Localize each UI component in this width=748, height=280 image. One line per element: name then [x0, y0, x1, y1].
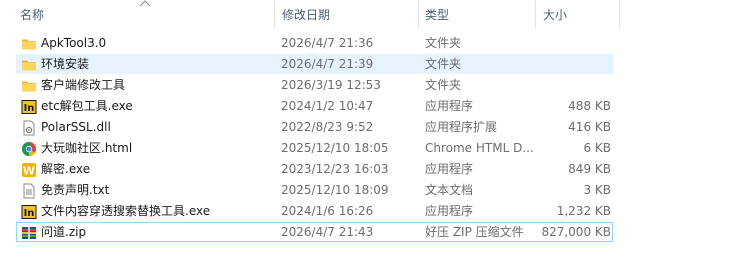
file-name: etc解包工具.exe — [41, 99, 133, 113]
text-file-icon — [21, 183, 37, 199]
file-size: 3 KB — [583, 183, 611, 197]
file-row[interactable]: In etc解包工具.exe 2024/1/2 10:47 应用程序 488 KB — [16, 96, 613, 116]
file-modified-date: 2025/12/10 18:05 — [281, 141, 389, 155]
tool-app-icon: In — [21, 99, 37, 115]
file-row[interactable]: PolarSSL.dll 2022/8/23 9:52 应用程序扩展 416 KB — [16, 117, 613, 137]
file-modified-date: 2023/12/23 16:03 — [281, 162, 389, 176]
file-size: 849 KB — [568, 162, 611, 176]
file-size — [537, 34, 611, 52]
file-name: 文件内容穿透搜索替换工具.exe — [41, 204, 211, 218]
file-type: 文件夹 — [425, 78, 462, 92]
folder-icon — [21, 36, 37, 52]
file-type: 文本文档 — [425, 183, 474, 197]
file-row[interactable]: ApkTool3.0 2026/4/7 21:36 文件夹 — [16, 33, 613, 53]
file-row[interactable]: 问道.zip 2026/4/7 21:43 好压 ZIP 压缩文件 827,000 K… — [16, 222, 613, 242]
file-row[interactable]: 客户端修改工具 2026/3/19 12:53 文件夹 — [16, 75, 613, 95]
file-size — [537, 76, 611, 94]
svg-text:In: In — [24, 103, 35, 114]
file-type: 应用程序 — [425, 162, 474, 176]
file-type: Chrome HTML D... — [425, 141, 534, 155]
folder-icon — [21, 78, 37, 94]
file-type: 好压 ZIP 压缩文件 — [425, 225, 524, 239]
file-size: 1,232 KB — [556, 204, 611, 218]
column-divider[interactable] — [274, 0, 275, 28]
file-size — [537, 55, 611, 73]
svg-text:In: In — [24, 208, 35, 219]
file-name: 客户端修改工具 — [41, 78, 126, 92]
file-name: PolarSSL.dll — [41, 120, 111, 134]
zip-archive-icon — [21, 225, 37, 241]
file-explorer-list: 名称 修改日期 类型 大小 ApkTool3.0 2026/4/7 21:36 文件… — [0, 0, 748, 280]
file-size: 6 KB — [583, 141, 611, 155]
file-row[interactable]: 大玩咖社区.html 2025/12/10 18:05 Chrome HTML D.… — [16, 138, 613, 158]
file-modified-date: 2026/4/7 21:36 — [281, 36, 374, 50]
file-type: 应用程序 — [425, 99, 474, 113]
folder-icon — [21, 57, 37, 73]
column-header-bar: 名称 修改日期 类型 大小 — [0, 0, 748, 28]
column-divider[interactable] — [535, 0, 536, 28]
decrypt-app-icon: W — [21, 162, 37, 178]
column-header-type[interactable]: 类型 — [425, 7, 449, 23]
file-modified-date: 2025/12/10 18:09 — [281, 183, 389, 197]
file-row[interactable]: W 解密.exe 2023/12/23 16:03 应用程序 849 KB — [16, 159, 613, 179]
file-name: 解密.exe — [41, 162, 91, 176]
file-type: 应用程序 — [425, 204, 474, 218]
file-name: ApkTool3.0 — [41, 36, 107, 50]
column-header-date[interactable]: 修改日期 — [282, 7, 330, 23]
file-size: 827,000 KB — [541, 225, 611, 239]
chrome-html-icon — [21, 141, 37, 157]
column-header-name[interactable]: 名称 — [20, 7, 44, 23]
file-size: 416 KB — [568, 120, 611, 134]
column-header-size[interactable]: 大小 — [543, 7, 567, 23]
file-name: 问道.zip — [41, 225, 87, 239]
file-type: 文件夹 — [425, 57, 462, 71]
dll-file-icon — [21, 120, 37, 136]
column-divider[interactable] — [418, 0, 419, 28]
file-name: 大玩咖社区.html — [41, 141, 133, 155]
file-name: 环境安装 — [41, 57, 90, 71]
tool-app-icon: In — [21, 204, 37, 220]
file-row[interactable]: 免责声明.txt 2025/12/10 18:09 文本文档 3 KB — [16, 180, 613, 200]
svg-text:W: W — [23, 165, 35, 178]
file-modified-date: 2024/1/6 16:26 — [281, 204, 374, 218]
file-name: 免责声明.txt — [41, 183, 110, 197]
file-modified-date: 2024/1/2 10:47 — [281, 99, 374, 113]
file-modified-date: 2026/4/7 21:39 — [281, 57, 374, 71]
file-type: 文件夹 — [425, 36, 462, 50]
file-modified-date: 2026/3/19 12:53 — [281, 78, 381, 92]
file-modified-date: 2026/4/7 21:43 — [281, 225, 374, 239]
file-modified-date: 2022/8/23 9:52 — [281, 120, 374, 134]
file-type: 应用程序扩展 — [425, 120, 498, 134]
column-divider[interactable] — [619, 0, 620, 28]
file-row[interactable]: In 文件内容穿透搜索替换工具.exe 2024/1/6 16:26 应用程序 1,23… — [16, 201, 613, 221]
file-size: 488 KB — [568, 99, 611, 113]
file-row[interactable]: 环境安装 2026/4/7 21:39 文件夹 — [16, 54, 613, 74]
